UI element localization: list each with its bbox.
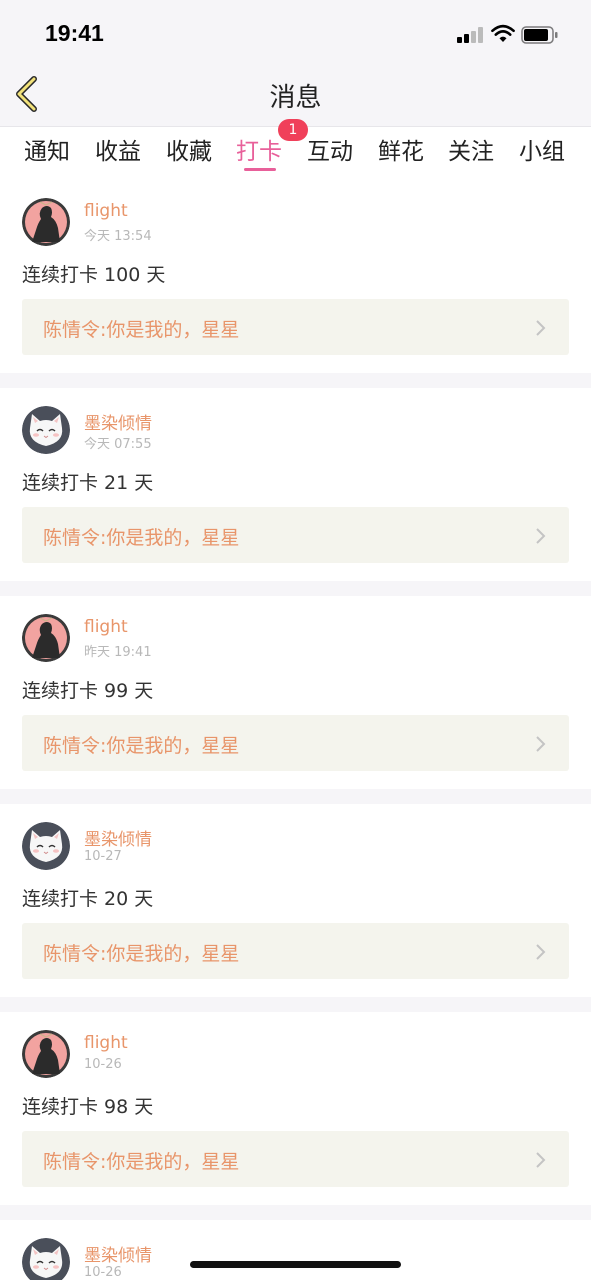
- signal-icon: [457, 27, 485, 43]
- username[interactable]: 墨染倾情: [84, 825, 152, 850]
- timestamp: 10-26: [84, 1057, 122, 1072]
- username[interactable]: flight: [84, 1033, 128, 1053]
- tab-checkin[interactable]: 打卡: [236, 132, 282, 171]
- username[interactable]: 墨染倾情: [84, 1241, 152, 1266]
- tab-earnings[interactable]: 收益: [95, 132, 141, 166]
- message-text: 连续打卡 99 天: [22, 680, 154, 702]
- list-item: flight 10-26 连续打卡 98 天 陈情令:你是我的，星星: [0, 1012, 591, 1205]
- avatar[interactable]: [22, 1238, 70, 1280]
- silhouette-avatar-icon: [22, 198, 70, 246]
- status-icons: [457, 24, 567, 48]
- timestamp: 今天 13:54: [84, 229, 152, 244]
- battery-icon: [521, 26, 558, 44]
- timestamp: 10-27: [84, 849, 122, 864]
- tab-interactions[interactable]: 互动: [307, 132, 353, 166]
- cat-avatar-icon: [22, 1238, 70, 1280]
- quote-text: 陈情令:你是我的，星星: [43, 735, 240, 757]
- quote-text: 陈情令:你是我的，星星: [43, 943, 240, 965]
- username[interactable]: 墨染倾情: [84, 409, 152, 434]
- quote-text: 陈情令:你是我的，星星: [43, 319, 240, 341]
- list-item: flight 今天 13:54 连续打卡 100 天 陈情令:你是我的，星星: [0, 180, 591, 373]
- chevron-right-icon: [536, 736, 546, 752]
- chevron-right-icon: [536, 320, 546, 336]
- username[interactable]: flight: [84, 201, 128, 221]
- tab-groups[interactable]: 小组: [519, 132, 565, 166]
- tab-notifications[interactable]: 通知: [24, 132, 70, 166]
- status-time: 19:41: [45, 20, 104, 46]
- list-item: 墨染倾情 今天 07:55 连续打卡 21 天 陈情令:你是我的，星星: [0, 388, 591, 581]
- tab-following[interactable]: 关注: [448, 132, 494, 166]
- chevron-right-icon: [536, 1152, 546, 1168]
- username[interactable]: flight: [84, 617, 128, 637]
- list-item: flight 昨天 19:41 连续打卡 99 天 陈情令:你是我的，星星: [0, 596, 591, 789]
- quote-link[interactable]: 陈情令:你是我的，星星: [22, 299, 569, 355]
- silhouette-avatar-icon: [22, 1030, 70, 1078]
- wifi-icon: [491, 24, 515, 42]
- quote-link[interactable]: 陈情令:你是我的，星星: [22, 1131, 569, 1187]
- page-title: 消息: [269, 83, 322, 113]
- quote-link[interactable]: 陈情令:你是我的，星星: [22, 715, 569, 771]
- silhouette-avatar-icon: [22, 614, 70, 662]
- avatar[interactable]: [22, 406, 70, 454]
- chevron-right-icon: [536, 944, 546, 960]
- tab-favorites[interactable]: 收藏: [166, 132, 212, 166]
- home-indicator[interactable]: [190, 1261, 401, 1268]
- cat-avatar-icon: [22, 406, 70, 454]
- timestamp: 昨天 19:41: [84, 645, 152, 660]
- quote-link[interactable]: 陈情令:你是我的，星星: [22, 507, 569, 563]
- unread-badge: 1: [278, 119, 308, 141]
- avatar[interactable]: [22, 822, 70, 870]
- quote-text: 陈情令:你是我的，星星: [43, 527, 240, 549]
- status-bar: 19:41: [0, 0, 591, 62]
- tab-checkin-label: 打卡: [236, 139, 282, 165]
- message-text: 连续打卡 21 天: [22, 472, 154, 494]
- nav-bar: 消息: [0, 62, 591, 126]
- message-text: 连续打卡 98 天: [22, 1096, 154, 1118]
- active-tab-indicator: [244, 168, 276, 171]
- quote-text: 陈情令:你是我的，星星: [43, 1151, 240, 1173]
- list-item: 墨染倾情 10-27 连续打卡 20 天 陈情令:你是我的，星星: [0, 804, 591, 997]
- message-text: 连续打卡 100 天: [22, 264, 166, 286]
- timestamp: 今天 07:55: [84, 437, 152, 452]
- message-text: 连续打卡 20 天: [22, 888, 154, 910]
- list-item: 墨染倾情 10-26: [0, 1220, 591, 1280]
- cat-avatar-icon: [22, 822, 70, 870]
- quote-link[interactable]: 陈情令:你是我的，星星: [22, 923, 569, 979]
- avatar[interactable]: [22, 198, 70, 246]
- tab-flowers[interactable]: 鲜花: [378, 132, 424, 166]
- avatar[interactable]: [22, 614, 70, 662]
- timestamp: 10-26: [84, 1265, 122, 1280]
- chevron-right-icon: [536, 528, 546, 544]
- avatar[interactable]: [22, 1030, 70, 1078]
